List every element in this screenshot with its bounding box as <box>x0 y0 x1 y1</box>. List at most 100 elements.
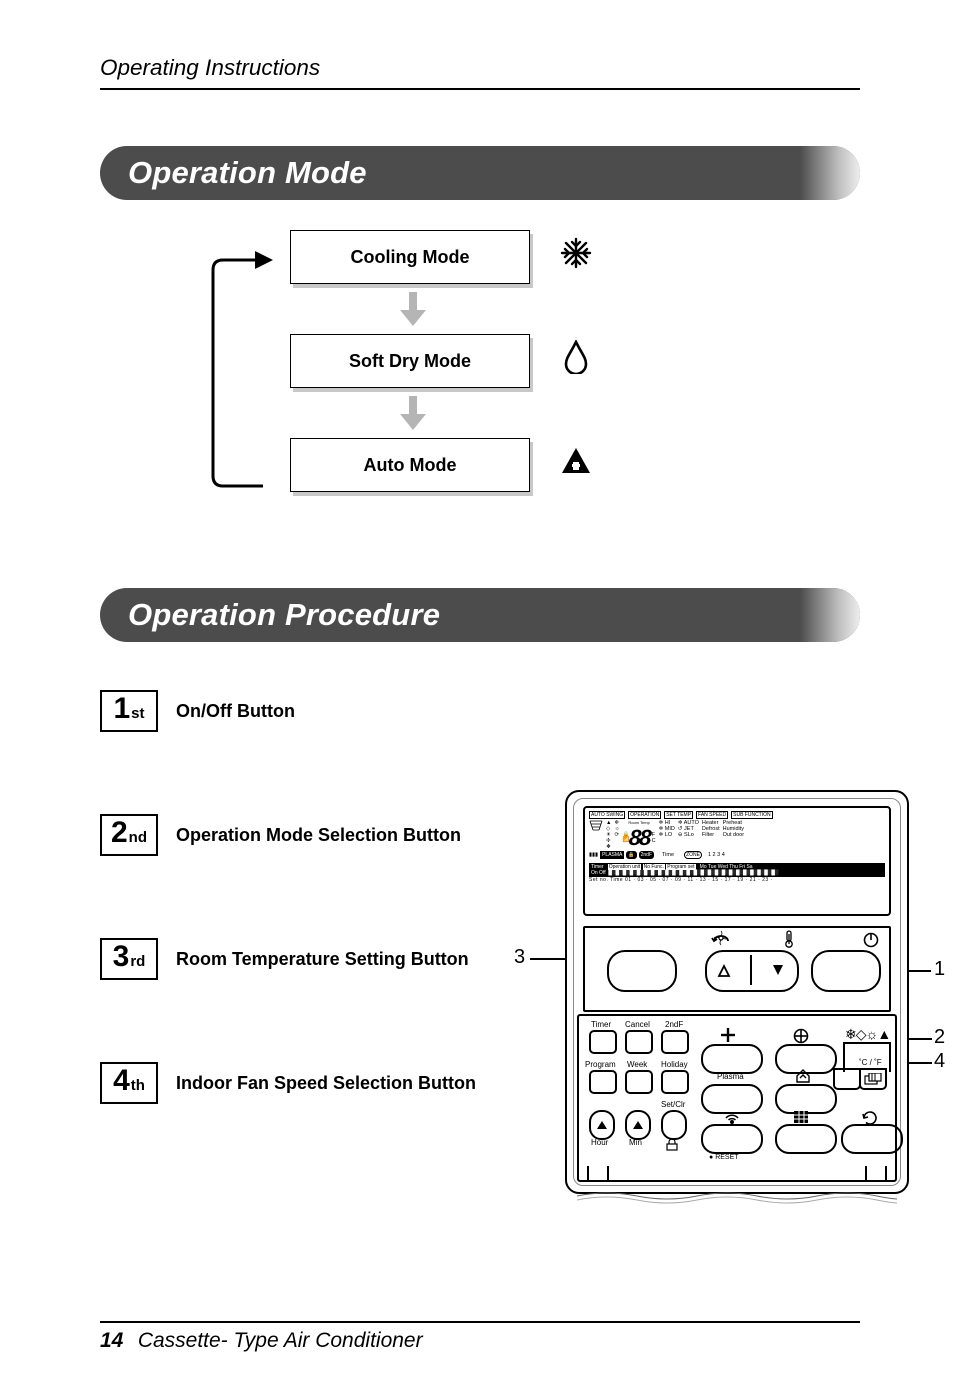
min-button[interactable] <box>625 1110 651 1140</box>
swing-icon <box>589 820 603 832</box>
timer-button[interactable] <box>589 1030 617 1054</box>
step-3-label: Room Temperature Setting Button <box>176 949 469 970</box>
lock-icon <box>665 1138 679 1156</box>
fan-rotate-icon <box>711 930 731 951</box>
step-2-label: Operation Mode Selection Button <box>176 825 461 846</box>
mode-flow: Cooling Mode Soft Dry Mode Auto Mod <box>100 230 860 492</box>
step-number: 3 <box>113 942 130 972</box>
week-button[interactable] <box>625 1070 653 1094</box>
lock-badge: 🔒 <box>626 851 636 859</box>
lcd-badge: AUTO SWING <box>589 811 625 819</box>
plasma-badge: PLASMA <box>600 851 624 859</box>
label-setclr: Set/Clr <box>661 1100 685 1109</box>
step-2-box: 2 nd <box>100 814 158 856</box>
label-holiday: Holiday <box>661 1060 688 1069</box>
2ndf-button[interactable] <box>661 1030 689 1054</box>
sub-col1: HeaterDefrostFilter <box>702 820 720 838</box>
step-number: 1 <box>113 694 130 724</box>
temp-units: ·F·C <box>650 832 656 844</box>
step-number: 2 <box>111 818 128 848</box>
time-label: Time <box>662 852 674 858</box>
lcd-timeline: Timer Operation unit No Func. Program se… <box>589 863 885 877</box>
remote-outer: AUTO SWING OPERATION SET TEMP FAN SPEED … <box>565 790 909 1194</box>
temp-digits: 88 <box>628 825 651 851</box>
callout-line <box>530 958 566 960</box>
step-4-label: Indoor Fan Speed Selection Button <box>176 1073 476 1094</box>
lcd-badge: SUB FUNCTION <box>731 811 773 819</box>
step-suffix: th <box>131 1077 145 1094</box>
soft-dry-mode-box: Soft Dry Mode <box>290 334 530 388</box>
mode-icons-row: ❄◇☼▲ <box>845 1026 890 1043</box>
cf-label: ˚C / ˚F <box>859 1058 882 1067</box>
step-4-box: 4 th <box>100 1062 158 1104</box>
signal-icon: ▮▮▮ <box>589 852 598 858</box>
label-program: Program <box>585 1060 616 1069</box>
cancel-button[interactable] <box>625 1030 653 1054</box>
droplet-icon <box>558 340 594 382</box>
down-arrow-icon <box>400 292 426 326</box>
section-operation-procedure: Operation Procedure <box>100 588 860 642</box>
zone-badge: ZONE <box>684 851 702 859</box>
cover-wave <box>577 1190 897 1206</box>
connect-button[interactable] <box>701 1124 763 1154</box>
down-arrow-icon <box>400 396 426 430</box>
lcd-screen: AUTO SWING OPERATION SET TEMP FAN SPEED … <box>583 806 891 916</box>
bracket-line <box>843 1042 891 1044</box>
callout-2: 2 <box>934 1026 945 1049</box>
page-header: Operating Instructions <box>100 55 860 81</box>
label-min: Min <box>629 1138 642 1147</box>
snowflake-icon <box>558 237 594 277</box>
callout-4: 4 <box>934 1050 945 1073</box>
holiday-button[interactable] <box>661 1070 689 1094</box>
fan-button[interactable] <box>607 950 677 992</box>
step-number: 4 <box>113 1066 130 1096</box>
cf-button[interactable] <box>859 1068 887 1090</box>
fan-speed-col: ✲ HI✲ MID✲ LO <box>659 820 675 838</box>
mode-select-button[interactable] <box>833 1068 861 1090</box>
temp-button[interactable] <box>705 950 799 992</box>
cooling-mode-box: Cooling Mode <box>290 230 530 284</box>
step-suffix: rd <box>130 953 145 970</box>
page-footer: 14 Cassette- Type Air Conditioner <box>100 1321 860 1353</box>
schedule-button[interactable] <box>775 1124 837 1154</box>
lcd-badge: SET TEMP <box>664 811 693 819</box>
label-week: Week <box>627 1060 647 1069</box>
hinge-icon <box>865 1166 887 1182</box>
label-2ndf: 2ndF <box>665 1020 683 1029</box>
step-suffix: st <box>131 705 144 722</box>
step-1-box: 1 st <box>100 690 158 732</box>
section-operation-mode: Operation Mode <box>100 146 860 200</box>
snow-sun-icons: ❄☼⟳ <box>614 820 619 838</box>
section-title: Operation Procedure <box>128 597 440 633</box>
step-suffix: nd <box>129 829 147 846</box>
footer-title: Cassette- Type Air Conditioner <box>138 1329 423 1352</box>
lcd-badge: FAN SPEED <box>696 811 728 819</box>
mode-icons: ▲◇☀✢❖ <box>606 820 611 850</box>
zone-button[interactable] <box>701 1044 763 1074</box>
step-3-box: 3 rd <box>100 938 158 980</box>
label-hour: Hour <box>591 1138 608 1147</box>
label-cancel: Cancel <box>625 1020 650 1029</box>
lcd-badge: OPERATION <box>628 811 661 819</box>
auto-col: ✲ AUTO↺ JET⊖ SLo <box>678 820 699 838</box>
callout-3: 3 <box>514 946 525 969</box>
bracket-line <box>889 1042 891 1072</box>
hour-button[interactable] <box>589 1110 615 1140</box>
page-number: 14 <box>100 1329 123 1352</box>
step-1-label: On/Off Button <box>176 701 295 722</box>
power-button[interactable] <box>811 950 881 992</box>
header-rule <box>100 88 860 90</box>
reset-button[interactable] <box>841 1124 903 1154</box>
label-reset: ● RESET <box>709 1154 739 1161</box>
sub-col2: PreheatHumidityOut door <box>723 820 744 838</box>
hinge-icon <box>587 1166 609 1182</box>
zone-numbers: 1 2 3 4 <box>708 852 725 858</box>
program-button[interactable] <box>589 1070 617 1094</box>
lcd-hours-scale: Set no. Time 01 · 03 · 05 · 07 · 09 · 11… <box>589 877 885 883</box>
setclr-button[interactable] <box>661 1110 687 1140</box>
label-timer: Timer <box>591 1020 611 1029</box>
secondf-badge: 2ndF <box>639 851 654 859</box>
label-plasma: Plasma <box>717 1072 744 1081</box>
cover-panel: Timer Cancel 2ndF ❄◇☼▲ ˚C / ˚F <box>577 1014 897 1182</box>
auto-triangle-icon <box>558 446 594 484</box>
